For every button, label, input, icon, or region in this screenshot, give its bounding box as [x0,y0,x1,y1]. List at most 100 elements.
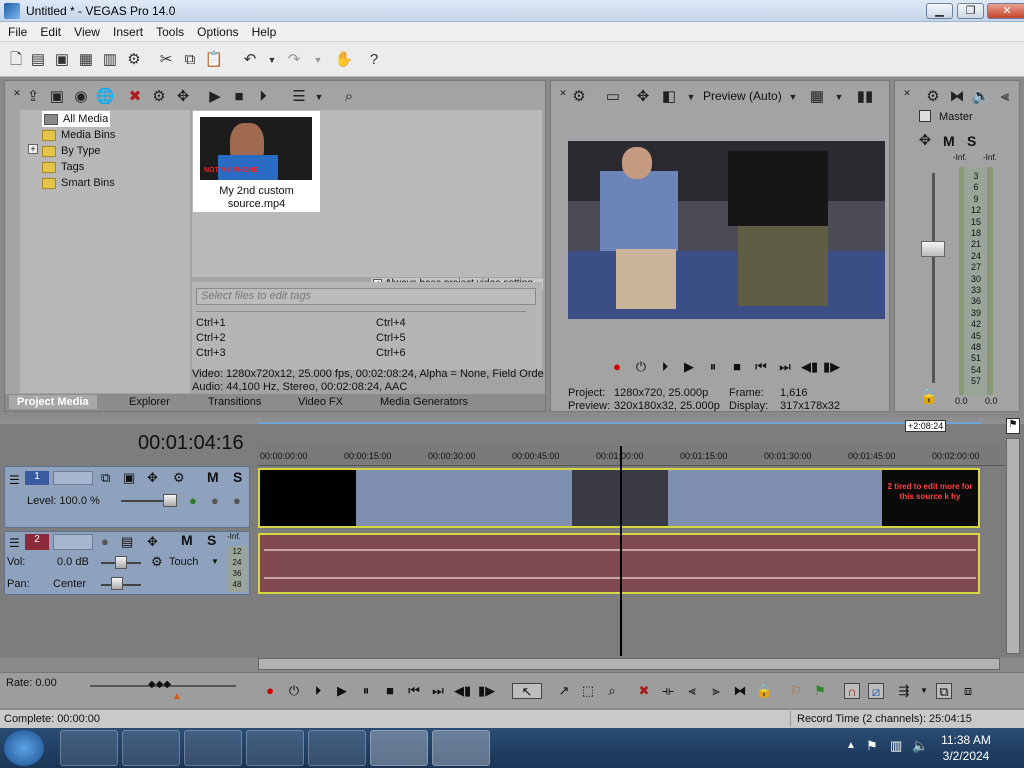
audio-mute-button[interactable]: M [181,532,193,548]
stop-icon[interactable]: ■ [729,359,745,375]
track-properties-icon[interactable]: ⚙ [173,470,185,486]
properties-gear-icon[interactable]: ⚙ [124,50,144,70]
tag-shortcut[interactable]: Ctrl+5 [376,332,406,344]
video-event[interactable]: 2 tired to edit more for this source k h… [258,468,980,528]
playhead-cursor[interactable] [620,446,622,656]
grid-dropdown-icon[interactable]: ▼ [829,87,849,107]
views-dropdown-icon[interactable]: ▼ [309,87,329,107]
mixer-icon[interactable]: ⫷ [995,87,1015,107]
open-icon[interactable]: ▤ [28,50,48,70]
media-thumbnail[interactable]: NOT MY PHONE My 2nd custom source.mp4 [193,111,320,212]
save-icon[interactable]: ▣ [52,50,72,70]
maximize-button[interactable]: ❐ [957,3,984,19]
tag-input[interactable]: Select files to edit tags [196,288,536,305]
collapse-icon[interactable]: ☰ [9,536,20,550]
preview-properties-icon[interactable]: ⚙ [569,87,589,107]
new-project-icon[interactable]: 🗋 [6,50,26,70]
next-frame-icon[interactable]: ▮▶ [823,359,840,375]
ripple-dropdown-icon[interactable]: ▼ [916,683,932,699]
search-icon[interactable]: ⌕ [339,87,359,107]
audio-track-header[interactable]: ☰ 2 ● ▤ ✥ M S -Inf. Vol: 0.0 dB ⚙ Touch … [4,531,250,595]
video-track-header[interactable]: ☰ 1 ⧉ ▣ ✥ ⚙ M S Level: 100.0 % ● ● ● [4,466,250,528]
panel-close-icon[interactable]: ✕ [897,83,917,103]
horizontal-scrollbar[interactable] [258,658,1000,670]
master-fx-chain-icon[interactable]: ✥ [915,131,935,151]
volume-icon[interactable]: 🔈 [912,738,928,754]
level-slider-handle[interactable] [163,494,177,507]
auto-preview-icon[interactable]: ⏵ [253,87,273,107]
expand-track-icon[interactable]: ● [233,493,241,508]
normal-edit-tool-icon[interactable]: ↖ [512,683,542,699]
normal-edit-tool-icon[interactable]: ✋ [334,50,354,70]
play-from-start-icon[interactable]: ⏵ [657,359,673,375]
tag-shortcut[interactable]: Ctrl+2 [196,332,226,344]
copy-icon[interactable]: ⧉ [180,50,200,70]
overlays-icon[interactable]: ◧ [659,87,679,107]
cut-icon[interactable]: ✂ [156,50,176,70]
expand-icon[interactable]: + [28,144,38,154]
automation-gear-icon[interactable]: ⚙ [151,554,163,570]
tag-shortcut[interactable]: Ctrl+6 [376,347,406,359]
loop-icon[interactable]: ⏻ [633,359,649,375]
automation-mode[interactable]: Touch [169,556,198,568]
tree-item-media-bins[interactable]: Media Bins [42,127,115,143]
play-from-start-icon[interactable]: ⏵ [310,683,326,699]
play-icon[interactable]: ▶ [681,359,697,375]
master-fader-handle[interactable] [921,241,945,257]
redo-icon[interactable]: ↷ [284,50,304,70]
tab-media-generators[interactable]: Media Generators [372,395,476,409]
quality-dropdown-icon[interactable]: ▼ [783,87,803,107]
master-solo-button[interactable]: S [967,133,976,149]
remove-media-icon[interactable]: ✖ [125,87,145,107]
redo-dropdown-icon[interactable]: ▼ [308,50,328,70]
tab-explorer[interactable]: Explorer [121,395,178,409]
downmix-icon[interactable]: ⧓ [947,87,967,107]
vegas-taskbar-icon[interactable] [432,730,490,766]
media-properties-icon[interactable]: ⚙ [149,87,169,107]
master-fx-icon[interactable] [919,110,931,122]
tab-transitions[interactable]: Transitions [200,395,269,409]
media-fx-icon[interactable]: ✥ [173,87,193,107]
go-to-end-icon[interactable]: ⏭ [777,359,793,375]
composite-child-icon[interactable]: ● [189,493,197,508]
go-to-end-icon[interactable]: ⏭ [430,683,446,699]
tag-shortcut[interactable]: Ctrl+4 [376,317,406,329]
selection-tool-icon[interactable]: ⬚ [580,683,596,699]
lock-envelopes-icon[interactable]: ⧉ [936,683,952,699]
track-fx-icon[interactable]: ▤ [121,534,133,550]
internet-explorer-icon[interactable] [60,730,118,766]
trim-end-icon[interactable]: ⫸ [708,683,724,699]
split-icon[interactable]: ⧓ [732,683,748,699]
compositing-mode-icon[interactable]: ✥ [147,470,158,486]
menu-options[interactable]: Options [197,22,238,39]
record-icon[interactable]: ● [262,683,278,699]
network-icon[interactable]: ▥ [890,738,902,754]
rate-slider-handle[interactable]: ◆◆◆ [148,679,171,690]
tree-item-all-media[interactable]: All Media [42,111,111,127]
audio-solo-button[interactable]: S [207,532,216,548]
insert-marker-icon[interactable]: ⚐ [788,683,804,699]
pan-slider-handle[interactable] [111,577,123,590]
lock-icon[interactable]: 🔒 [756,683,772,699]
undo-dropdown-icon[interactable]: ▼ [262,50,282,70]
tab-project-media[interactable]: Project Media [9,395,97,409]
video-mute-button[interactable]: M [207,469,219,485]
menu-file[interactable]: File [8,22,27,39]
pause-icon[interactable]: ⏸ [705,359,721,375]
paste-icon[interactable]: 📋 [204,50,224,70]
track-name-field[interactable] [53,471,93,485]
menu-insert[interactable]: Insert [113,22,143,39]
loop-region-bar[interactable] [258,422,982,424]
media-player-icon[interactable] [308,730,366,766]
zoom-tool-icon[interactable]: ⌕ [604,683,620,699]
menu-tools[interactable]: Tools [156,22,184,39]
start-button-icon[interactable] [4,730,44,766]
play-icon[interactable]: ▶ [334,683,350,699]
collapse-icon[interactable]: ☰ [9,473,20,487]
action-center-icon[interactable]: ⚑ [866,738,878,754]
file-explorer-icon[interactable] [246,730,304,766]
track-properties-icon[interactable]: ✥ [147,534,158,550]
preview-quality-dropdown[interactable]: Preview (Auto) [703,89,782,103]
show-hidden-icons[interactable]: ▲ [846,740,856,751]
dropdown-icon[interactable]: ▼ [681,87,701,107]
